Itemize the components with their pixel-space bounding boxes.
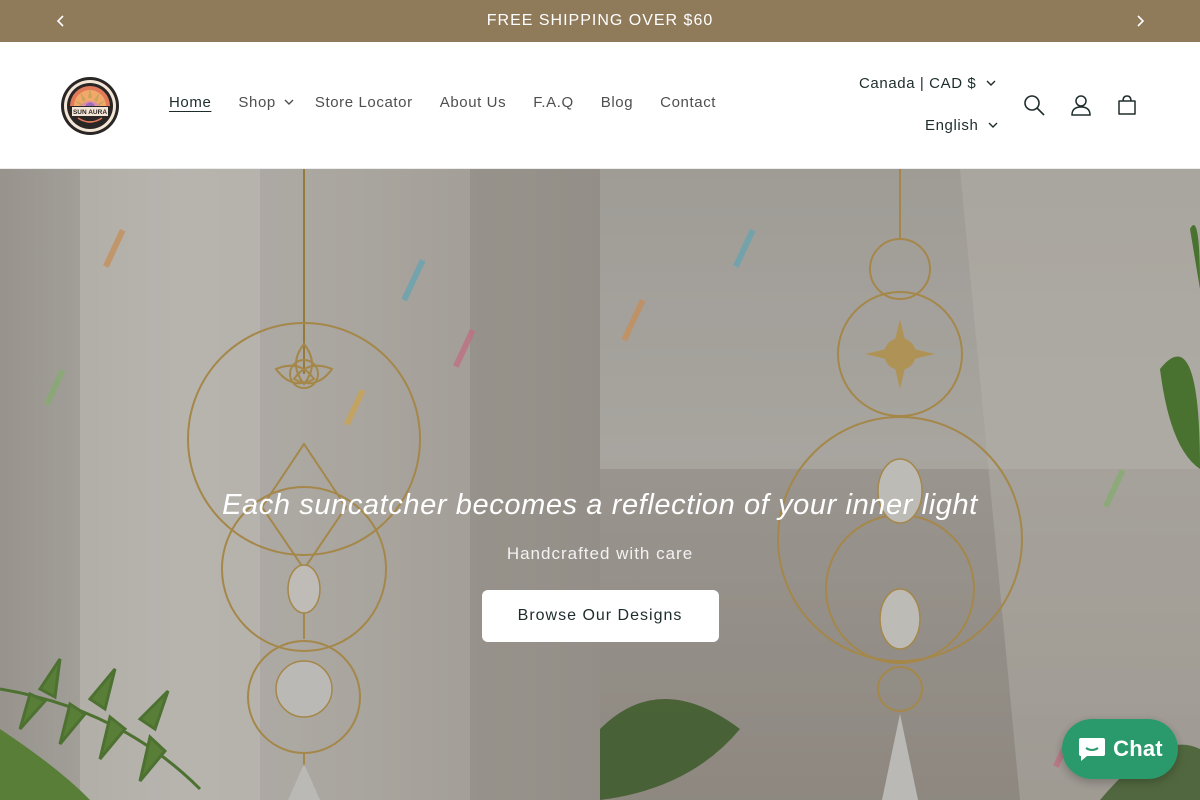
account-icon[interactable] bbox=[1069, 93, 1093, 117]
chevron-down-icon bbox=[284, 99, 294, 105]
svg-text:SUN AURA: SUN AURA bbox=[73, 109, 107, 116]
hero-subtitle: Handcrafted with care bbox=[506, 544, 694, 563]
announcement-text: FREE SHIPPING OVER $60 bbox=[486, 12, 714, 29]
hero-banner: Each suncatcher becomes a reflection of … bbox=[0, 169, 1200, 800]
nav-faq[interactable]: F.A.Q bbox=[533, 94, 574, 111]
brand-logo[interactable]: SUN AURA bbox=[58, 74, 122, 138]
chat-bubble-icon bbox=[1079, 738, 1106, 761]
nav-blog[interactable]: Blog bbox=[601, 94, 633, 111]
chat-button[interactable]: Chat bbox=[1062, 719, 1178, 779]
browse-designs-button[interactable]: Browse Our Designs bbox=[481, 590, 719, 642]
nav-store-locator[interactable]: Store Locator bbox=[315, 94, 413, 111]
hero-content: Each suncatcher becomes a reflection of … bbox=[0, 489, 1200, 642]
nav-contact[interactable]: Contact bbox=[660, 94, 716, 111]
chevron-down-icon bbox=[986, 80, 996, 86]
nav-home[interactable]: Home bbox=[169, 94, 211, 111]
chat-label: Chat bbox=[1113, 736, 1163, 761]
language-selector[interactable]: English bbox=[925, 117, 998, 134]
site-header: SUN AURA Home Shop Store Locator About U… bbox=[0, 42, 1200, 169]
chevron-right-icon[interactable] bbox=[1130, 11, 1150, 31]
language-selector-label: English bbox=[925, 117, 979, 134]
announcement-bar: FREE SHIPPING OVER $60 bbox=[0, 0, 1200, 42]
search-icon[interactable] bbox=[1022, 93, 1046, 117]
hero-overlay bbox=[0, 169, 1200, 800]
nav-shop-label: Shop bbox=[238, 94, 276, 111]
nav-about-us[interactable]: About Us bbox=[440, 94, 507, 111]
main-nav: Home Shop Store Locator About Us F.A.Q B… bbox=[169, 94, 743, 111]
nav-shop[interactable]: Shop bbox=[238, 94, 294, 111]
chevron-left-icon[interactable] bbox=[51, 11, 71, 31]
country-selector[interactable]: Canada | CAD $ bbox=[859, 75, 996, 92]
cart-icon[interactable] bbox=[1115, 93, 1139, 117]
country-selector-label: Canada | CAD $ bbox=[859, 75, 977, 92]
hero-title: Each suncatcher becomes a reflection of … bbox=[222, 489, 978, 521]
chevron-down-icon bbox=[988, 122, 998, 128]
